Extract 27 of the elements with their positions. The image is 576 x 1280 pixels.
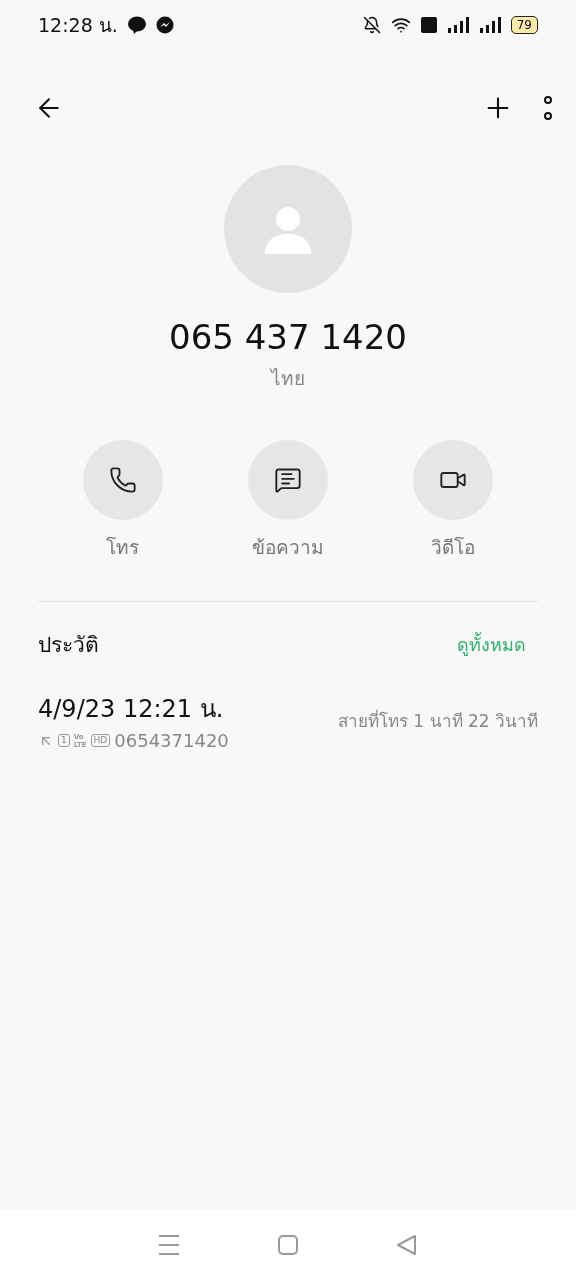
chat-app-icon — [127, 16, 146, 34]
signal-icon — [446, 16, 469, 34]
status-time: 12:28 น. — [38, 13, 118, 38]
call-summary: สายที่โทร 1 นาที 22 วินาที — [337, 708, 538, 733]
view-all-link[interactable]: ดูทั้งหมด — [457, 630, 526, 659]
message-button[interactable]: ข้อความ — [218, 439, 358, 563]
message-icon — [274, 466, 302, 494]
call-datetime: 4/9/23 12:21 น. — [38, 694, 225, 725]
contact-number: 065 437 1420 — [169, 317, 407, 357]
video-button[interactable]: วิดีโอ — [383, 439, 524, 563]
back-nav-button[interactable] — [395, 1234, 418, 1256]
battery-level: 79 — [510, 16, 538, 34]
history-title: ประวัติ — [38, 632, 99, 659]
wifi-icon — [390, 15, 411, 35]
hd-label: HD — [90, 734, 111, 747]
more-button[interactable] — [544, 95, 552, 120]
call-number: 0654371420 — [114, 730, 229, 751]
more-icon — [544, 95, 552, 120]
home-nav-button[interactable] — [277, 1234, 299, 1256]
call-button[interactable]: โทร — [52, 439, 193, 563]
contact-country: ไทย — [271, 366, 305, 391]
signal-icon — [478, 16, 501, 34]
messenger-icon — [155, 16, 174, 34]
mute-icon — [362, 16, 381, 34]
sim-label: 1 — [58, 734, 70, 747]
menu-nav-button[interactable] — [158, 1234, 181, 1256]
call-icon — [108, 466, 137, 494]
